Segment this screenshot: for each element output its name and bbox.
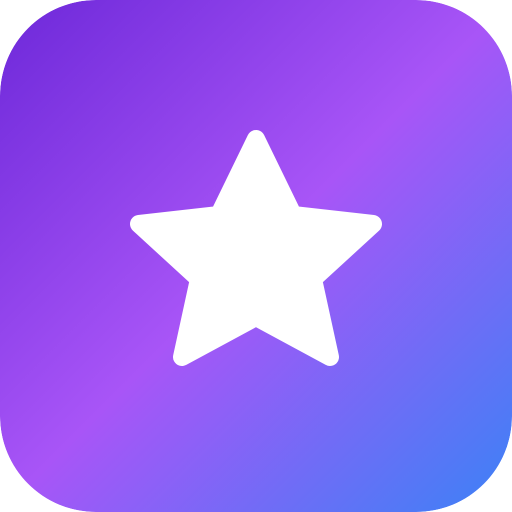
app-icon — [0, 0, 512, 512]
app-icon-graphic — [0, 0, 512, 512]
